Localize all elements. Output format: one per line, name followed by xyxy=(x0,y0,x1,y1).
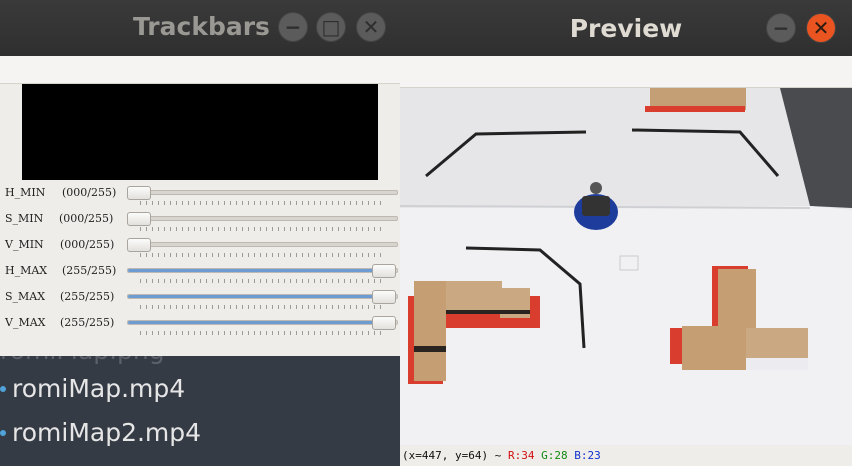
trackbar-fill xyxy=(128,321,385,324)
pixel-status-bar: (x=447, y=64) ~ R:34 G:28 B:23 xyxy=(400,445,852,466)
trackbar-ticks xyxy=(140,227,386,231)
trackbar-slider[interactable] xyxy=(127,212,398,226)
trackbar-handle[interactable] xyxy=(372,264,396,278)
trackbar-value: (255/255) xyxy=(60,316,115,329)
trackbar-ticks xyxy=(140,331,386,335)
red-value: R:34 xyxy=(507,449,535,462)
preview-window: Preview − ✕ (x=447, y=64) ~ R:34 G:28 B:… xyxy=(400,0,852,466)
file-dot-icon xyxy=(0,429,6,436)
trackbar-label: V_MAX xyxy=(5,316,46,329)
trackbar-handle[interactable] xyxy=(372,316,396,330)
trackbar-handle[interactable] xyxy=(372,290,396,304)
trackbars-window: Trackbars − □ ✕ H_MIN (000/255) S_MIN (000/… xyxy=(0,0,400,356)
trackbar-value: (255/255) xyxy=(60,290,115,303)
trackbar-label: V_MIN xyxy=(5,238,44,251)
trackbar-label: S_MAX xyxy=(5,290,46,303)
trackbar-ticks xyxy=(140,279,386,283)
trackbar-label: H_MAX xyxy=(5,264,48,277)
window-title: Preview xyxy=(569,13,683,43)
trackbar-value: (000/255) xyxy=(60,238,115,251)
green-value: G:28 xyxy=(541,449,568,462)
trackbar-row: V_MAX (255/255) xyxy=(0,314,400,340)
window-title: Trackbars xyxy=(133,12,270,41)
file-name: romiMap2.mp4 xyxy=(12,418,202,447)
arena-scene xyxy=(400,88,852,445)
trackbar-slider[interactable] xyxy=(127,264,398,278)
maximize-button[interactable]: □ xyxy=(316,12,346,42)
trackbar-value: (000/255) xyxy=(62,186,117,199)
blue-value: B:23 xyxy=(574,449,601,462)
trackbar-ticks xyxy=(140,201,386,205)
trackbar-value: (000/255) xyxy=(59,212,114,225)
preview-titlebar[interactable]: Preview − ✕ xyxy=(400,0,852,56)
file-item[interactable]: romiMap.mp4 xyxy=(0,374,185,403)
trackbars-canvas xyxy=(22,84,378,180)
file-name: romiMap.mp4 xyxy=(12,374,186,403)
cursor-coords: (x=447, y=64) ~ xyxy=(402,449,502,462)
trackbars-toolbar xyxy=(0,56,400,84)
trackbar-handle[interactable] xyxy=(127,238,151,252)
trackbar-row: V_MIN (000/255) xyxy=(0,236,400,262)
trackbar-slider[interactable] xyxy=(127,238,398,252)
camera-preview-image[interactable] xyxy=(400,88,852,445)
trackbar-slider[interactable] xyxy=(127,186,398,200)
trackbar-label: S_MIN xyxy=(5,212,44,225)
box-base xyxy=(645,106,745,112)
trackbar-fill xyxy=(128,295,385,298)
trackbar-row: S_MAX (255/255) xyxy=(0,288,400,314)
trackbar-row: H_MIN (000/255) xyxy=(0,184,400,210)
trackbar-slider[interactable] xyxy=(127,290,398,304)
preview-toolbar xyxy=(400,56,852,88)
trackbars-titlebar[interactable]: Trackbars − □ ✕ xyxy=(0,0,400,56)
close-button[interactable]: ✕ xyxy=(356,12,386,42)
trackbar-row: S_MIN (000/255) xyxy=(0,210,400,236)
minimize-button[interactable]: − xyxy=(766,13,796,43)
trackbar-ticks xyxy=(140,305,386,309)
close-button[interactable]: ✕ xyxy=(806,13,836,43)
trackbar-value: (255/255) xyxy=(62,264,117,277)
trackbar-row: H_MAX (255/255) xyxy=(0,262,400,288)
trackbar-ticks xyxy=(140,253,386,257)
file-item[interactable]: romiMap2.mp4 xyxy=(0,418,201,447)
trackbar-fill xyxy=(128,269,385,272)
minimize-button[interactable]: − xyxy=(278,12,308,42)
trackbar-handle[interactable] xyxy=(127,186,151,200)
trackbar-handle[interactable] xyxy=(127,212,151,226)
file-dot-icon xyxy=(0,385,6,392)
trackbar-label: H_MIN xyxy=(5,186,46,199)
trackbar-slider[interactable] xyxy=(127,316,398,330)
